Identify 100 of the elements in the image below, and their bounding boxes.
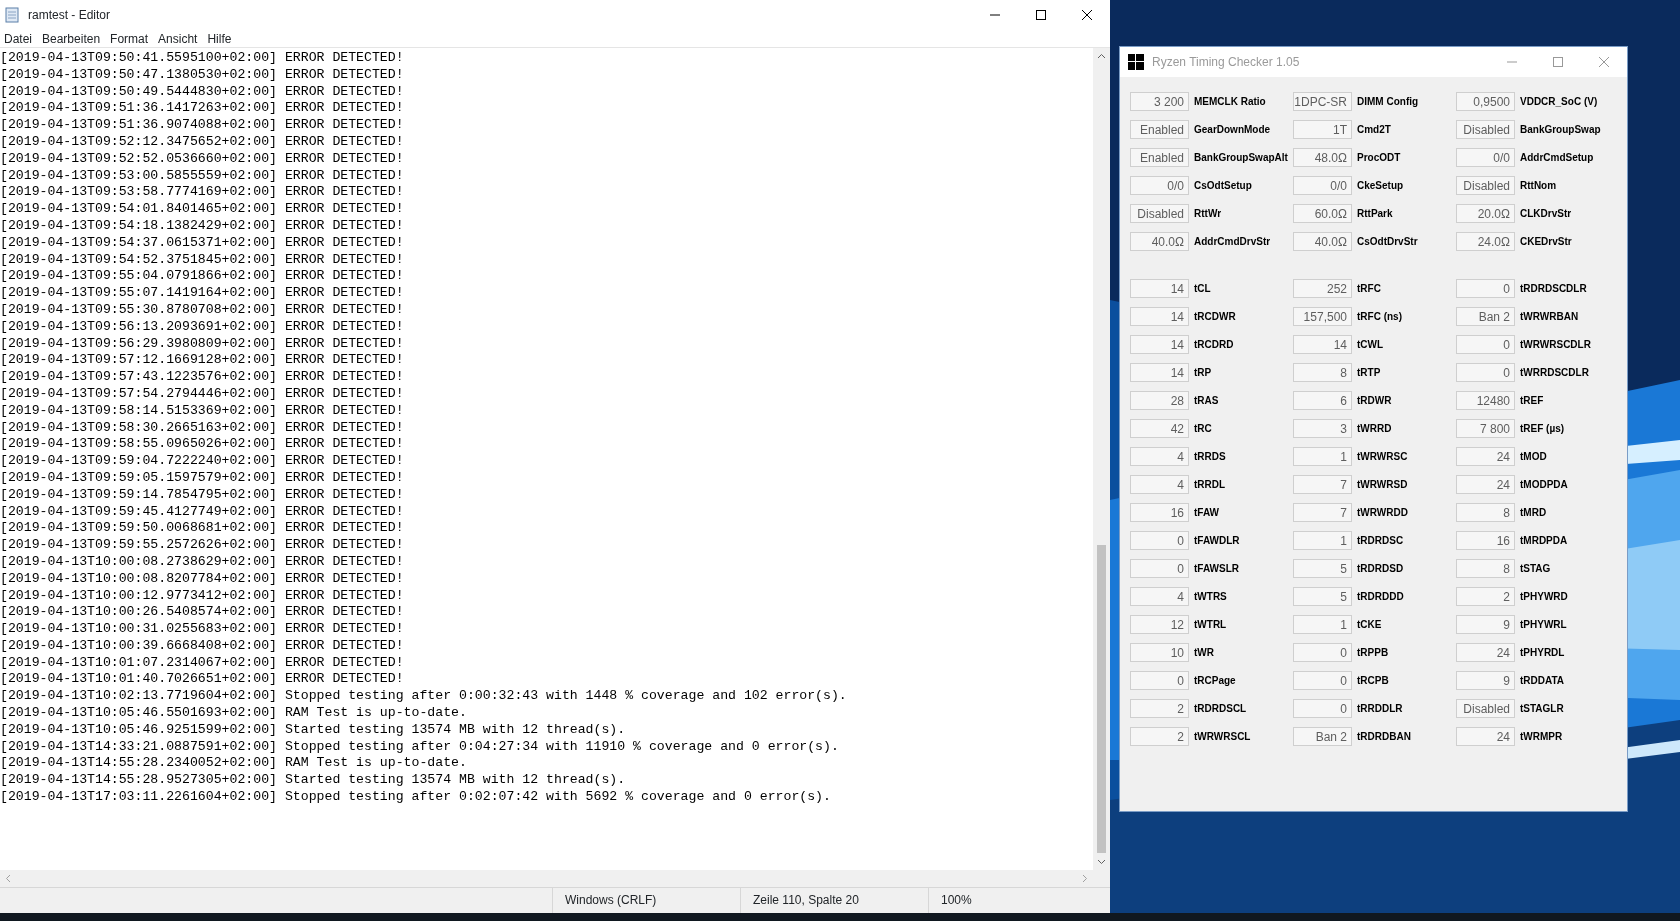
field-label: BankGroupSwapAlt (1194, 151, 1288, 165)
value-field[interactable]: Disabled (1456, 699, 1515, 718)
value-field[interactable]: 7 (1293, 503, 1352, 522)
text-line: [2019-04-13T09:54:18.1382429+02:00] ERROR DETECTED! (0, 217, 405, 235)
value-field[interactable]: 0 (1130, 531, 1189, 550)
value-field[interactable]: 9 (1456, 671, 1515, 690)
notepad-icon (4, 7, 20, 23)
value-field[interactable]: 24 (1456, 727, 1515, 746)
field-label: tRFC (1357, 282, 1381, 296)
menu-item[interactable]: Format (106, 30, 155, 47)
value-field[interactable]: 5 (1293, 587, 1352, 606)
field-label: MEMCLK Ratio (1194, 95, 1266, 109)
menu-item[interactable]: Datei (0, 30, 38, 47)
vertical-scrollbar[interactable] (1093, 48, 1110, 870)
value-field[interactable]: 0 (1293, 699, 1352, 718)
field-label: tFAW (1194, 506, 1219, 520)
value-field[interactable]: Ban 2 (1456, 307, 1515, 326)
horizontal-scrollbar[interactable] (0, 870, 1110, 887)
value-field[interactable]: 8 (1456, 503, 1515, 522)
value-field[interactable]: 0,9500 (1456, 92, 1515, 111)
value-field[interactable]: 8 (1293, 363, 1352, 382)
value-field[interactable]: 0/0 (1456, 148, 1515, 167)
field-label: tWRWRSCL (1194, 730, 1251, 744)
value-field[interactable]: Enabled (1130, 120, 1189, 139)
field-label: tRRDDLR (1357, 702, 1403, 716)
value-field[interactable]: 24 (1456, 447, 1515, 466)
value-field[interactable]: 4 (1130, 447, 1189, 466)
value-field[interactable]: 14 (1130, 335, 1189, 354)
value-field[interactable]: 0 (1130, 559, 1189, 578)
value-field[interactable]: 1 (1293, 615, 1352, 634)
value-field[interactable]: 24 (1456, 643, 1515, 662)
value-field[interactable]: 3 200 (1130, 92, 1189, 111)
value-field[interactable]: 60.0Ω (1293, 204, 1352, 223)
value-field[interactable]: 0/0 (1130, 176, 1189, 195)
value-field[interactable]: 2 (1130, 727, 1189, 746)
value-field[interactable]: 7 (1293, 475, 1352, 494)
value-field[interactable]: 4 (1130, 587, 1189, 606)
app-icon (1128, 54, 1144, 70)
value-field[interactable]: 4 (1130, 475, 1189, 494)
value-field[interactable]: Disabled (1456, 120, 1515, 139)
value-field[interactable]: 28 (1130, 391, 1189, 410)
value-field[interactable]: 16 (1456, 531, 1515, 550)
value-field[interactable]: 0 (1130, 671, 1189, 690)
value-field[interactable]: 12 (1130, 615, 1189, 634)
menu-item[interactable]: Hilfe (203, 30, 238, 47)
value-field[interactable]: 2 (1456, 587, 1515, 606)
value-field[interactable]: 2 (1130, 699, 1189, 718)
value-field[interactable]: 0 (1456, 335, 1515, 354)
value-field[interactable]: 14 (1130, 279, 1189, 298)
value-field[interactable]: 14 (1293, 335, 1352, 354)
text-line: [2019-04-13T09:58:14.5153369+02:00] ERROR DETECTED! (0, 402, 405, 420)
value-field[interactable]: 40.0Ω (1293, 232, 1352, 251)
text-line: [2019-04-13T09:52:12.3475652+02:00] ERROR DETECTED! (0, 134, 405, 151)
value-field[interactable]: 14 (1130, 307, 1189, 326)
value-field[interactable]: 6 (1293, 391, 1352, 410)
value-field[interactable]: 0 (1293, 643, 1352, 662)
field-label: tMRDPDA (1520, 534, 1568, 548)
value-field[interactable]: 7 800 (1456, 419, 1515, 438)
value-field[interactable]: 0 (1293, 671, 1352, 690)
value-field[interactable]: 24 (1456, 475, 1515, 494)
menu-item[interactable]: Bearbeiten (38, 30, 107, 47)
scrollbar-thumb[interactable] (1097, 545, 1106, 853)
field-label: tPHYWRD (1520, 590, 1568, 604)
value-field[interactable]: 5 (1293, 559, 1352, 578)
value-field[interactable]: 0/0 (1293, 176, 1352, 195)
text-line: [2019-04-13T09:51:36.9074088+02:00] ERROR DETECTED! (0, 117, 405, 134)
value-field[interactable]: 1DPC-SR (1293, 92, 1352, 111)
value-field[interactable]: 10 (1130, 643, 1189, 662)
value-field[interactable]: Ban 2 (1293, 727, 1352, 746)
value-field[interactable]: 40.0Ω (1130, 232, 1189, 251)
value-field[interactable]: 20.0Ω (1456, 204, 1515, 223)
text-line: [2019-04-13T10:00:31.0255683+02:00] ERROR DETECTED! (0, 621, 405, 638)
value-field[interactable]: 14 (1130, 363, 1189, 382)
value-field[interactable]: 252 (1293, 279, 1352, 298)
value-field[interactable]: 1 (1293, 447, 1352, 466)
text-line: [2019-04-13T10:00:08.8207784+02:00] ERROR DETECTED! (0, 570, 405, 588)
value-field[interactable]: 8 (1456, 559, 1515, 578)
menu-item[interactable]: Ansicht (154, 30, 204, 47)
value-field[interactable]: 48.0Ω (1293, 148, 1352, 167)
field-label: tRPPB (1357, 646, 1389, 660)
value-field[interactable]: 12480 (1456, 391, 1515, 410)
value-field[interactable]: 9 (1456, 615, 1515, 634)
value-field[interactable]: Disabled (1456, 176, 1515, 195)
value-field[interactable]: 1 (1293, 531, 1352, 550)
value-field[interactable]: 1T (1293, 120, 1352, 139)
value-field[interactable]: Disabled (1130, 204, 1189, 223)
value-field[interactable]: 42 (1130, 419, 1189, 438)
text-line: [2019-04-13T10:05:46.9251599+02:00] Started testing 13574 MB with 12 thread(s). (0, 721, 627, 739)
value-field[interactable]: 3 (1293, 419, 1352, 438)
value-field[interactable]: 24.0Ω (1456, 232, 1515, 251)
text-line: [2019-04-13T14:33:21.0887591+02:00] Stopped testing after 0:04:27:34 with 11910 % coverage and 0 error(s). (0, 738, 840, 756)
value-field[interactable]: Enabled (1130, 148, 1189, 167)
text-line: [2019-04-13T09:59:50.0068681+02:00] ERROR DETECTED! (0, 520, 405, 538)
value-field[interactable]: 0 (1456, 279, 1515, 298)
value-field[interactable]: 0 (1456, 363, 1515, 382)
text-line: [2019-04-13T09:50:49.5444830+02:00] ERROR DETECTED! (0, 83, 405, 101)
text-line: [2019-04-13T09:53:58.7774169+02:00] ERROR DETECTED! (0, 184, 405, 202)
field-label: tREF (µs) (1520, 422, 1565, 436)
value-field[interactable]: 157,500 (1293, 307, 1352, 326)
value-field[interactable]: 16 (1130, 503, 1189, 522)
